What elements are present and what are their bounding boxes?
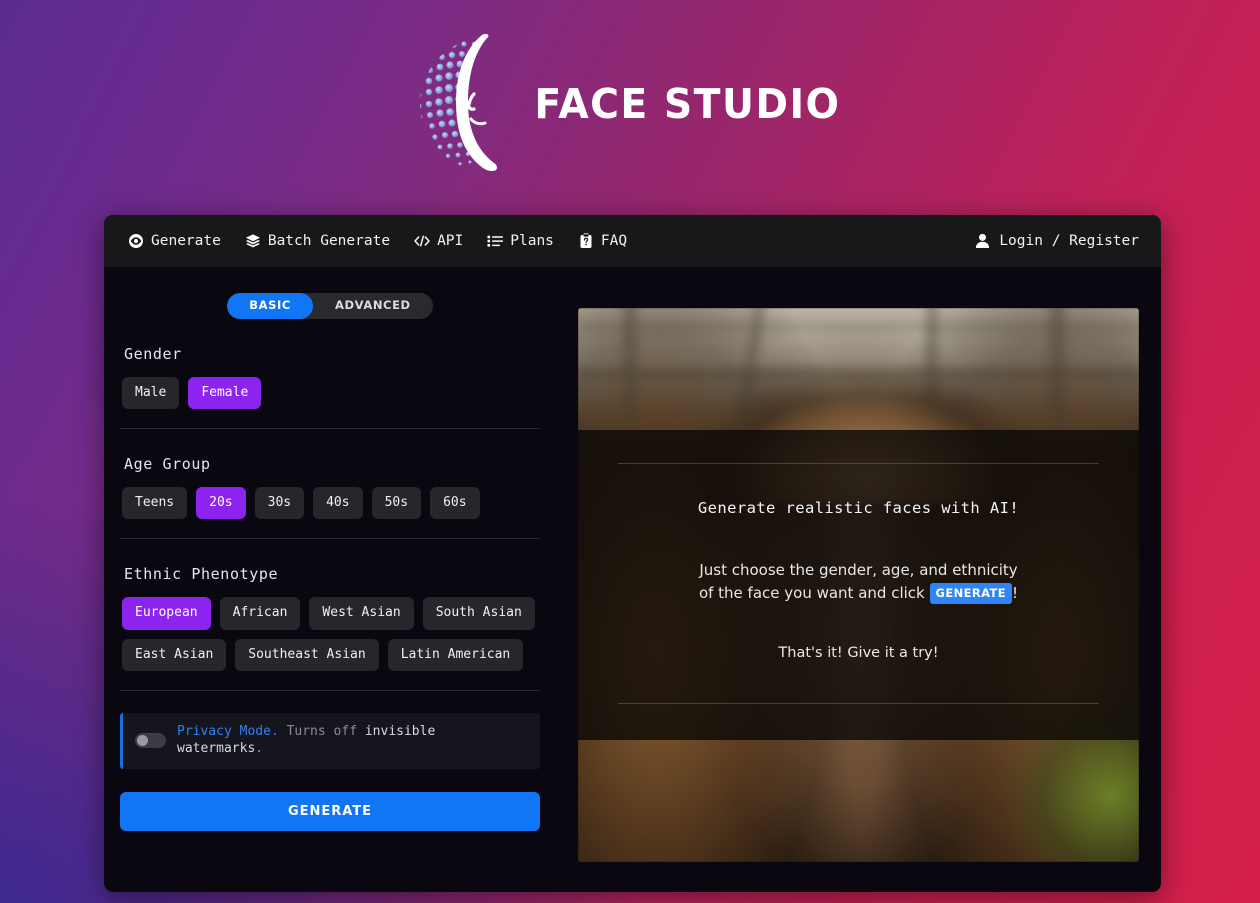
chip-east-asian[interactable]: East Asian	[122, 638, 227, 671]
section-title-ethnic-phenotype: Ethnic Phenotype	[124, 565, 279, 584]
nav-item-label: API	[437, 233, 464, 249]
chip-60s[interactable]: 60s	[430, 487, 480, 520]
divider	[120, 538, 540, 540]
privacy-mode-description: Privacy Mode. Turns off invisible waterm…	[177, 724, 528, 758]
card-body: BASIC ADVANCED Gender Male Female Age Gr…	[104, 267, 1161, 892]
tab-basic[interactable]: BASIC	[227, 293, 313, 319]
navbar: Generate Batch Generate API Plans FAQ Lo…	[104, 215, 1161, 267]
preview-subtitle-part2: !	[1012, 583, 1019, 602]
overlay-divider-top	[618, 463, 1099, 464]
preview-overlay-content: Generate realistic faces with AI! Just c…	[578, 430, 1139, 740]
account-label: Login / Register	[999, 233, 1139, 249]
overlay-divider-bottom	[618, 703, 1099, 704]
app-card: Generate Batch Generate API Plans FAQ Lo…	[104, 215, 1161, 892]
clipboard-question-icon	[578, 233, 594, 249]
mode-tabs: BASIC ADVANCED	[120, 293, 540, 319]
preview-image-container[interactable]: Generate realistic faces with AI! Just c…	[578, 308, 1139, 862]
section-title-age-group: Age Group	[124, 455, 211, 474]
chip-west-asian[interactable]: West Asian	[309, 597, 414, 630]
chip-southeast-asian[interactable]: Southeast Asian	[235, 638, 379, 671]
preview-panel: Generate realistic faces with AI! Just c…	[556, 267, 1161, 892]
chip-40s[interactable]: 40s	[313, 487, 363, 520]
chip-south-asian[interactable]: South Asian	[422, 597, 535, 630]
section-gender: Gender Male Female	[120, 344, 540, 410]
brand-logo: FACE STUDIO	[0, 24, 1260, 184]
nav-item-api[interactable]: API	[402, 227, 475, 255]
chip-european[interactable]: European	[122, 597, 211, 630]
chip-african[interactable]: African	[219, 597, 301, 630]
privacy-mode-label: Privacy Mode.	[177, 723, 279, 739]
nav-item-batch-generate[interactable]: Batch Generate	[233, 227, 402, 255]
section-title-gender: Gender	[124, 344, 182, 363]
chip-female[interactable]: Female	[188, 376, 262, 410]
tab-advanced[interactable]: ADVANCED	[313, 293, 433, 319]
nav-item-label: Batch Generate	[267, 233, 391, 249]
layers-icon	[245, 233, 261, 249]
preview-generate-pill: GENERATE	[929, 582, 1013, 605]
chip-30s[interactable]: 30s	[254, 487, 305, 520]
age-group-options: Teens 20s 30s 40s 50s 60s	[122, 487, 538, 520]
controls-panel: BASIC ADVANCED Gender Male Female Age Gr…	[104, 267, 556, 892]
divider	[120, 428, 540, 430]
privacy-mode-row: Privacy Mode. Turns off invisible waterm…	[120, 712, 540, 769]
nav-item-label: Plans	[510, 233, 554, 249]
ethnic-phenotype-options: European African West Asian South Asian …	[122, 597, 538, 671]
chip-teens[interactable]: Teens	[122, 487, 188, 520]
section-ethnic-phenotype: Ethnic Phenotype European African West A…	[120, 565, 540, 671]
privacy-mode-toggle[interactable]	[135, 733, 166, 749]
code-icon	[414, 233, 430, 249]
user-icon	[974, 233, 990, 249]
nav-item-generate[interactable]: Generate	[128, 227, 233, 255]
toggle-knob	[137, 735, 148, 747]
divider	[120, 689, 540, 691]
chip-male[interactable]: Male	[122, 376, 180, 410]
preview-footer: That's it! Give it a try!	[778, 644, 939, 661]
account-login-register[interactable]: Login / Register	[974, 233, 1139, 249]
chip-latin-american[interactable]: Latin American	[387, 638, 524, 671]
generate-button[interactable]: GENERATE	[120, 791, 540, 831]
list-icon	[487, 233, 504, 249]
privacy-text-end: .	[255, 740, 264, 756]
gender-options: Male Female	[122, 376, 538, 410]
chip-20s[interactable]: 20s	[196, 487, 246, 520]
dotted-sphere-face-profile-logo-icon	[419, 34, 497, 172]
nav-item-label: FAQ	[600, 233, 628, 249]
navbar-links: Generate Batch Generate API Plans FAQ	[128, 227, 639, 255]
nav-item-label: Generate	[151, 233, 221, 249]
brand-name: FACE STUDIO	[533, 79, 841, 128]
chip-50s[interactable]: 50s	[371, 487, 422, 520]
preview-subtitle: Just choose the gender, age, and ethnici…	[694, 559, 1024, 605]
nav-item-faq[interactable]: FAQ	[566, 227, 639, 255]
nav-item-plans[interactable]: Plans	[475, 227, 566, 255]
preview-title: Generate realistic faces with AI!	[697, 499, 1020, 517]
section-age-group: Age Group Teens 20s 30s 40s 50s 60s	[120, 455, 540, 520]
eye-icon	[128, 233, 144, 249]
privacy-text-muted: Turns off	[278, 723, 365, 739]
